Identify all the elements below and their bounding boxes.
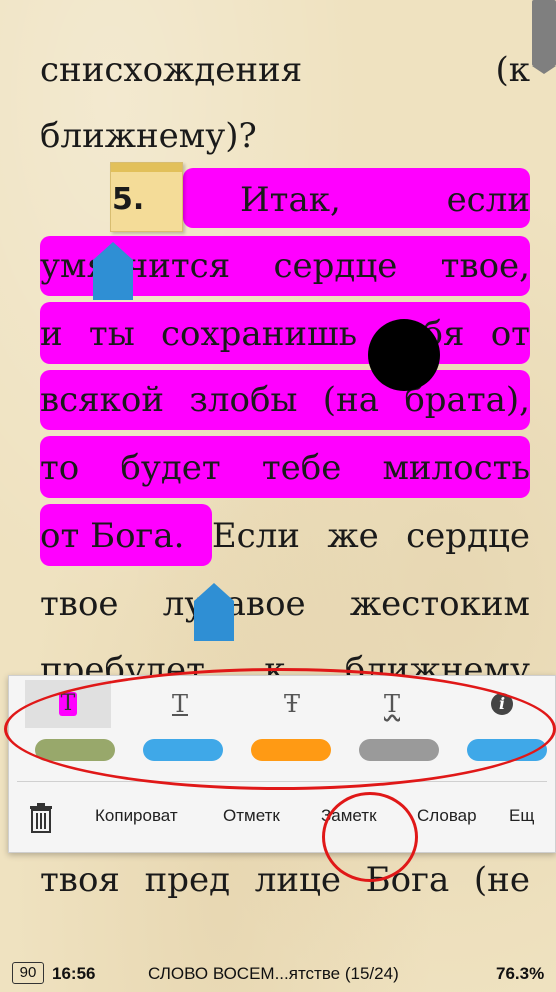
word: от [490,314,530,354]
word: всякой [40,380,165,420]
word: и [40,314,63,354]
selection-end-handle[interactable] [194,583,234,641]
battery-icon: 90 [12,962,44,984]
text-line: и ты сохранишь себя от [40,304,530,364]
text-line: ближнему)? [40,106,530,166]
mark-button[interactable]: Отметк [223,806,305,826]
word: сердце [273,246,398,286]
annotation-ellipse-style-panel [4,668,556,790]
book-title: СЛОВО ВОСЕМ...ятстве (15/24) [148,964,399,983]
word: лукавое [162,584,306,624]
text-line: снисхождения (к [40,40,530,100]
annotation-circle-note [322,792,418,882]
word: (не [473,860,530,900]
word: Итак, [240,180,341,220]
text-line: твоя пред лице Бога (не [40,850,530,910]
word: твоя [40,860,120,900]
word: Если [211,516,300,556]
trash-icon [30,803,52,833]
more-button[interactable]: Ещ [509,806,545,826]
word: будет [120,448,221,488]
word: милость [382,448,530,488]
word: (на [322,380,379,420]
scroll-thumb[interactable] [532,0,556,74]
reading-progress: 76.3% [496,964,545,983]
selection-start-handle[interactable] [93,242,133,300]
text-line: твое лукавое жестоким [40,574,530,634]
text-line: от Бога. Если же сердце [40,506,530,566]
word: жестоким [349,584,530,624]
word: снисхождения [40,50,303,90]
word: твое [40,584,119,624]
verse-number: 5. [112,182,145,217]
word: (к [495,50,530,90]
word: если [446,180,530,220]
status-bar: 90 16:56 СЛОВО ВОСЕМ...ятстве (15/24) 76… [0,958,556,992]
word: пред [144,860,231,900]
word: ближнему)? [40,116,257,156]
word: же [327,516,379,556]
word: умягчится [40,246,231,286]
dictionary-button[interactable]: Словар [417,806,493,826]
word: твое, [440,246,530,286]
word: тебе [261,448,342,488]
action-row: Копироват Отметк Заметк Словар Ещ [9,798,555,838]
word: от Бога. [40,516,185,556]
touch-indicator [368,319,440,391]
word: злобы [189,380,298,420]
word: сохранишь [160,314,358,354]
clock: 16:56 [52,964,96,983]
delete-button[interactable] [29,802,53,834]
text-line: 5. Итак, если [40,170,530,230]
word: сердце [406,516,530,556]
battery-level: 90 [19,964,37,981]
word: ты [88,314,135,354]
copy-button[interactable]: Копироват [95,806,213,826]
word: то [40,448,80,488]
text-line: то будет тебе милость [40,438,530,498]
text-line: всякой злобы (на брата), [40,370,530,430]
